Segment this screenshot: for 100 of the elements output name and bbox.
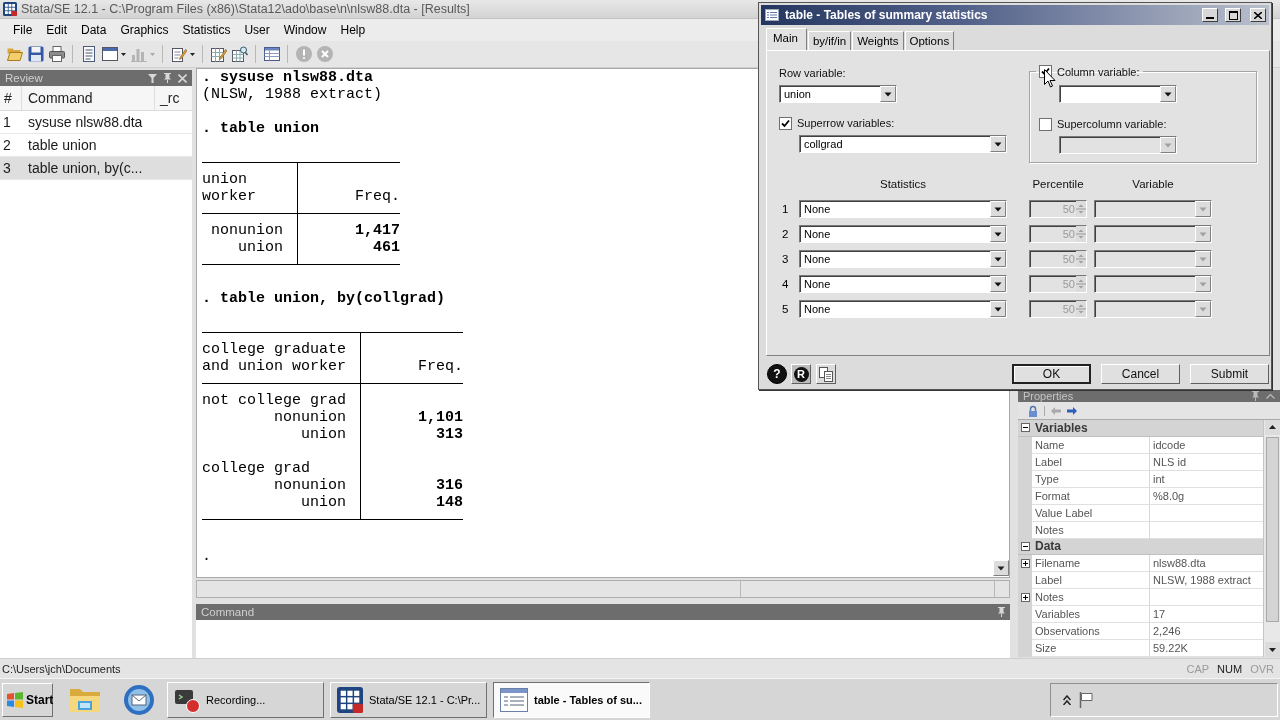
chevron-up-icon[interactable] [1063,694,1071,705]
close-icon[interactable] [1254,11,1262,19]
history-row[interactable]: 3 table union, by(c... [0,157,192,180]
list-window-icon [500,687,528,712]
minimize-button[interactable] [1202,8,1218,22]
panel-title: Review [5,72,43,84]
dropdown-arrow-icon[interactable] [990,136,1006,152]
scrollbar-track[interactable] [1263,420,1280,657]
envelope-circle-icon[interactable] [124,684,154,715]
expand-icon[interactable] [1020,559,1030,568]
taskbar-button[interactable]: Stata/SE 12.1 - C:\Pr... [330,681,487,718]
dropdown-arrow-icon[interactable] [990,301,1006,317]
row-label: nonunion [211,222,283,239]
row-label: union [301,494,346,511]
statistic-dropdown[interactable]: None [799,225,1007,243]
property-name: Variables [1032,606,1150,623]
dropdown-arrow-icon[interactable] [990,251,1006,267]
tab[interactable]: Weights [852,31,904,50]
dialog-button[interactable]: Cancel [1101,364,1180,384]
window-icon[interactable] [101,46,118,62]
grid-magnifier-icon[interactable] [231,46,248,62]
pin-icon[interactable] [1252,391,1259,401]
status-indicator: CAP [1185,662,1211,675]
table-cell: 1,417 [355,222,400,239]
pin-icon[interactable] [164,73,171,83]
menu-item[interactable]: User [237,21,277,39]
column-header[interactable]: Command [22,86,155,110]
menu-item[interactable]: Edit [39,21,75,39]
command-input[interactable] [196,620,1010,658]
table-cell: 1,101 [418,409,464,426]
column-header[interactable]: _rc [155,86,192,110]
filter-icon[interactable] [148,73,157,83]
column-header: Freq. [355,188,400,205]
column-header: Freq. [418,358,464,375]
menu-item[interactable]: Statistics [175,21,238,39]
caret-icon[interactable] [189,52,195,56]
row-variable-dropdown[interactable]: union [779,85,897,103]
row-number: 4 [781,278,789,290]
tab[interactable]: by/if/in [807,31,852,50]
superrow-dropdown[interactable]: collgrad [799,135,1007,153]
scroll-down-icon[interactable] [1264,642,1280,657]
window-title: Stata/SE 12.1 - C:\Program Files (x86)\Stata12\ado\base\n\nlsw88.dta - [Results] [21,2,470,16]
column-header[interactable]: # [0,86,22,110]
menu-item[interactable]: Window [276,21,334,39]
dropdown-arrow-icon[interactable] [880,86,896,102]
checkbox[interactable] [1039,117,1052,131]
close-button[interactable] [1250,8,1266,22]
tab[interactable]: Main [766,28,807,50]
scrollbar-thumb[interactable] [1265,437,1279,622]
table-icon[interactable] [263,46,280,62]
row-number: 5 [781,303,789,315]
statistic-dropdown[interactable]: None [799,275,1007,293]
column-header: college graduate and union worker [202,341,346,375]
dropdown-arrow-icon[interactable] [990,226,1006,242]
collapse-icon[interactable] [1020,541,1030,551]
property-name: Notes [1032,589,1150,606]
printer-icon[interactable] [48,46,65,62]
dialog-button[interactable]: Submit [1190,364,1269,384]
notebook-icon[interactable] [80,46,97,62]
menu-item[interactable]: Help [333,21,373,39]
row-label: union [301,426,346,443]
column-variable-dropdown[interactable] [1059,85,1177,103]
dropdown-arrow-icon[interactable] [990,276,1006,292]
menu-item[interactable]: Data [74,21,114,39]
folder-icon[interactable] [6,46,23,62]
scroll-down-icon[interactable] [993,560,1009,576]
help-button[interactable]: ? [767,364,787,384]
scroll-up-icon[interactable] [1264,420,1280,435]
tab[interactable]: Options [904,31,955,50]
table-cell: 316 [436,477,464,494]
table-cell: 313 [436,426,464,443]
expand-icon[interactable] [1020,593,1030,602]
pencil-grid-icon[interactable] [210,46,227,62]
caret-icon[interactable] [120,52,126,56]
status-indicator: OVR [1249,662,1275,675]
statistic-dropdown[interactable]: None [799,250,1007,268]
taskbar-button[interactable]: Recording... [167,681,324,718]
command-line: . sysuse nlsw88.dta [202,69,374,86]
four-squares-icon [6,691,24,708]
start-button[interactable]: Start [2,682,53,717]
statistic-dropdown[interactable]: None [799,300,1007,318]
statistic-dropdown[interactable]: None [799,200,1007,218]
taskbar-button[interactable]: table - Tables of su... [493,681,650,718]
flag-icon[interactable] [1079,691,1093,708]
reset-button[interactable]: R [791,364,811,384]
dropdown-arrow-icon[interactable] [990,201,1006,217]
pencil-document-icon[interactable] [170,46,187,62]
collapse-icon[interactable] [1020,423,1030,433]
supercolumn-dropdown[interactable] [1059,136,1177,154]
pin-icon[interactable] [998,607,1005,617]
dropdown-arrow-icon[interactable] [1160,86,1176,102]
lock-icon[interactable] [1028,404,1038,417]
checkbox[interactable] [779,116,792,130]
history-row[interactable]: 1 sysuse nlsw88.dta [0,111,192,134]
dialog-button[interactable]: OK [1012,364,1091,384]
menu-item[interactable]: Graphics [113,21,176,39]
checkbox-label: Supercolumn variable: [1057,118,1167,130]
column-header: Percentile [1032,178,1084,190]
right-arrow-icon[interactable] [1067,406,1077,415]
menu-item[interactable]: File [6,21,40,39]
